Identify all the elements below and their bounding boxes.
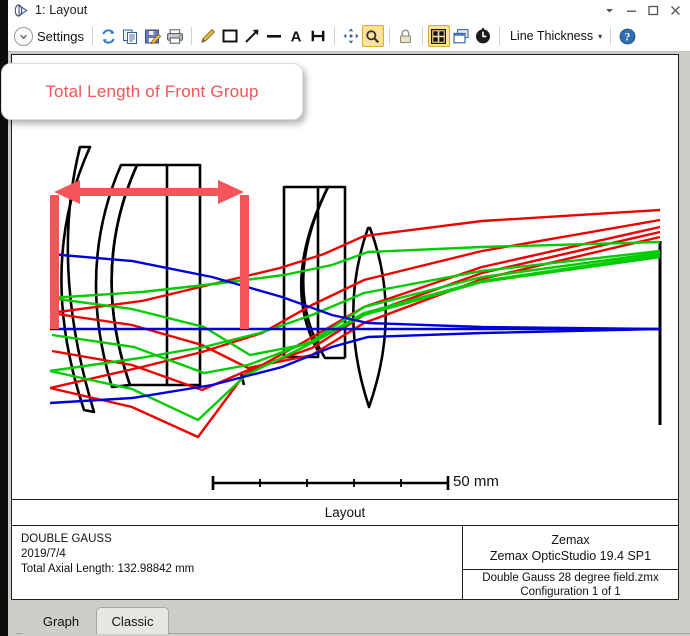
scale-bar-label: 50 mm — [453, 473, 499, 490]
annotation-callout[interactable]: Total Length of Front Group — [1, 63, 303, 120]
configuration-label: Configuration 1 of 1 — [520, 585, 621, 598]
line-thickness-dropdown[interactable]: Line Thickness ▾ — [505, 24, 605, 48]
tab-classic-label: Classic — [111, 613, 154, 629]
dropdown-button[interactable] — [598, 0, 620, 21]
close-button[interactable] — [664, 0, 686, 21]
toolbar-separator — [388, 27, 390, 45]
tab-graph-label: Graph — [42, 614, 80, 629]
settings-label: Settings — [37, 28, 84, 44]
layout-window: 1: Layout Settings A Line Thickness ▾ ? … — [0, 0, 690, 636]
help-icon[interactable]: ? — [616, 25, 638, 47]
layout-window-icon — [14, 3, 30, 18]
annotation-callout-text: Total Length of Front Group — [45, 81, 259, 101]
tab-bar-rest — [168, 633, 690, 634]
lens-info-block: DOUBLE GAUSS 2019/7/4 Total Axial Length… — [12, 526, 462, 599]
toolbar-separator — [91, 27, 93, 45]
settings-button[interactable]: Settings — [8, 24, 87, 48]
rectangle-icon[interactable] — [219, 25, 241, 47]
chevron-down-icon: ▾ — [598, 31, 603, 41]
product-info-block: Zemax Zemax OpticStudio 19.4 SP1 Double … — [462, 526, 678, 599]
copy-icon[interactable] — [120, 25, 142, 47]
lens-axial-length: Total Axial Length: 132.98842 mm — [21, 563, 195, 575]
vendor-block: Zemax Zemax OpticStudio 19.4 SP1 — [463, 526, 678, 570]
line-thickness-label: Line Thickness — [509, 29, 594, 43]
layout-plot-panel: 50 mm Total Length of Front Group Layout… — [1, 54, 679, 600]
toolbar-separator — [421, 27, 423, 45]
reset-icon[interactable] — [472, 25, 494, 47]
lens-title: DOUBLE GAUSS — [21, 533, 112, 545]
plot-title-bar: Layout — [12, 499, 678, 526]
fit-window-icon[interactable] — [427, 25, 450, 47]
window-controls — [598, 0, 686, 21]
product-version: Zemax OpticStudio 19.4 SP1 — [489, 548, 652, 563]
lock-icon[interactable] — [395, 25, 417, 47]
scale-bar — [211, 476, 450, 490]
pencil-icon[interactable] — [197, 25, 219, 47]
maximize-button[interactable] — [642, 0, 664, 21]
svg-text:A: A — [291, 29, 302, 46]
save-as-icon[interactable] — [142, 25, 164, 47]
bottom-tab-bar: Graph Classic — [8, 604, 690, 636]
refresh-icon[interactable] — [98, 25, 120, 47]
chevron-down-icon — [14, 26, 33, 46]
dimension-icon[interactable] — [307, 25, 329, 47]
tab-classic[interactable]: Classic — [96, 607, 169, 634]
export-window-icon[interactable] — [450, 25, 472, 47]
optical-layout-canvas[interactable]: 50 mm — [12, 55, 678, 499]
line-icon[interactable] — [263, 25, 285, 47]
toolbar-separator — [333, 27, 335, 45]
text-icon[interactable]: A — [285, 25, 307, 47]
title-bar: 1: Layout — [8, 0, 690, 22]
arrow-icon[interactable] — [241, 25, 263, 47]
svg-text:?: ? — [624, 31, 630, 43]
vendor-name: Zemax — [551, 532, 590, 547]
print-icon[interactable] — [164, 25, 186, 47]
lens-date: 2019/7/4 — [21, 548, 66, 560]
toolbar: Settings A Line Thickness ▾ ? — [8, 21, 690, 52]
toolbar-separator — [498, 27, 500, 45]
file-name: Double Gauss 28 degree field.zmx — [482, 571, 659, 584]
toolbar-separator — [190, 27, 192, 45]
plot-footer: DOUBLE GAUSS 2019/7/4 Total Axial Length… — [12, 526, 678, 599]
minimize-button[interactable] — [620, 0, 642, 21]
length-annotation[interactable] — [50, 180, 249, 329]
tab-graph[interactable]: Graph — [23, 609, 99, 634]
file-block: Double Gauss 28 degree field.zmx Configu… — [463, 570, 678, 599]
pan-icon[interactable] — [340, 25, 362, 47]
toolbar-separator — [610, 27, 612, 45]
zoom-icon[interactable] — [361, 25, 384, 47]
plot-title: Layout — [324, 505, 366, 520]
window-title: 1: Layout — [35, 3, 88, 17]
